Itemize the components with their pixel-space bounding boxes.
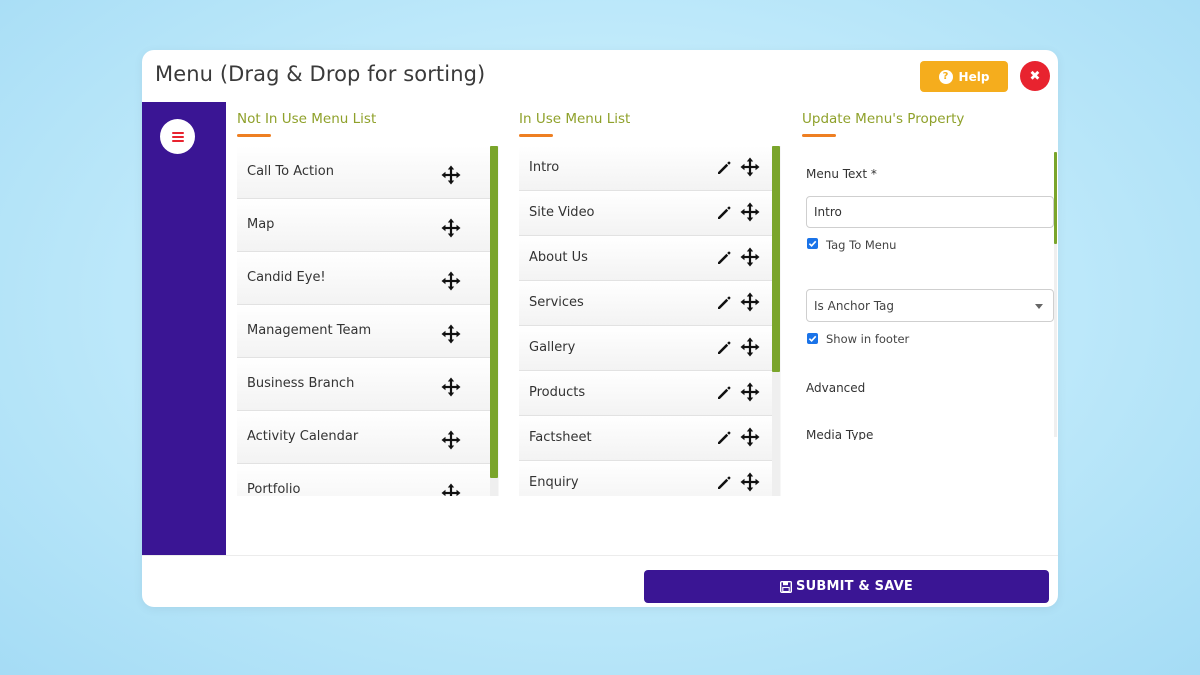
pencil-icon[interactable]: [716, 475, 732, 495]
list-scrollbar-thumb[interactable]: [490, 146, 498, 478]
pencil-icon[interactable]: [716, 205, 732, 225]
footer-divider: [142, 555, 1058, 556]
list-item-label: Site Video: [529, 205, 595, 220]
pencil-icon[interactable]: [716, 160, 732, 180]
checkmark-icon: [808, 335, 817, 342]
advanced-section-label: Advanced: [806, 381, 866, 395]
tag-to-menu-checkbox[interactable]: [807, 238, 818, 249]
list-item-label: Business Branch: [247, 376, 355, 391]
list-item-label: Services: [529, 295, 584, 310]
anchor-tag-select-value: Is Anchor Tag: [814, 299, 895, 313]
menu-text-label: Menu Text *: [806, 167, 877, 181]
move-arrows-icon[interactable]: [740, 337, 760, 361]
list-item[interactable]: Candid Eye!: [237, 252, 490, 305]
sidebar: [142, 102, 226, 555]
hamburger-icon: [171, 131, 184, 134]
list-item[interactable]: Enquiry: [519, 461, 772, 496]
in-use-heading: In Use Menu List: [519, 111, 631, 127]
in-use-list: Intro Site Video About Us Services Gallery Pr…: [519, 146, 781, 496]
close-icon: ✖: [1029, 68, 1041, 84]
dialog-title: Menu (Drag & Drop for sorting): [155, 62, 486, 86]
list-item[interactable]: Gallery: [519, 326, 772, 371]
sidebar-toggle-button[interactable]: [160, 119, 195, 154]
move-arrows-icon[interactable]: [441, 377, 461, 401]
list-item[interactable]: Products: [519, 371, 772, 416]
list-item[interactable]: About Us: [519, 236, 772, 281]
move-arrows-icon[interactable]: [740, 157, 760, 181]
show-in-footer-checkbox[interactable]: [807, 333, 818, 344]
pencil-icon[interactable]: [716, 430, 732, 450]
properties-scrollbar-thumb[interactable]: [1054, 152, 1057, 244]
list-item-label: Management Team: [247, 323, 372, 338]
list-item[interactable]: Portfolio: [237, 464, 490, 496]
floppy-disk-icon: [780, 580, 793, 593]
title-bar: Menu (Drag & Drop for sorting) ? Help ✖: [142, 50, 1058, 102]
submit-save-label: SUBMIT & SAVE: [796, 579, 913, 594]
menu-dialog: Menu (Drag & Drop for sorting) ? Help ✖ …: [142, 50, 1058, 607]
chevron-down-icon: [1035, 304, 1043, 309]
not-in-use-list: Call To Action Map Candid Eye! Management T…: [237, 146, 499, 496]
list-item-label: Activity Calendar: [247, 429, 359, 444]
list-item-label: Enquiry: [529, 475, 579, 490]
move-arrows-icon[interactable]: [740, 292, 760, 316]
tag-to-menu-label: Tag To Menu: [826, 238, 897, 252]
list-item-label: Candid Eye!: [247, 270, 326, 285]
question-circle-icon: ?: [938, 69, 953, 84]
list-item-label: Map: [247, 217, 275, 232]
move-arrows-icon[interactable]: [441, 430, 461, 454]
close-button[interactable]: ✖: [1020, 61, 1050, 91]
menu-text-input[interactable]: [806, 196, 1054, 228]
list-item-label: Gallery: [529, 340, 576, 355]
properties-heading: Update Menu's Property: [802, 111, 965, 127]
list-item-label: Intro: [529, 160, 560, 175]
not-in-use-heading: Not In Use Menu List: [237, 111, 377, 127]
show-in-footer-label: Show in footer: [826, 332, 910, 346]
list-item[interactable]: Call To Action: [237, 146, 490, 199]
media-type-clip: Media Type: [806, 428, 1046, 440]
move-arrows-icon[interactable]: [441, 483, 461, 496]
properties-scrollbar[interactable]: [1054, 152, 1057, 437]
list-item-label: Call To Action: [247, 164, 334, 179]
pencil-icon[interactable]: [716, 250, 732, 270]
list-item[interactable]: Factsheet: [519, 416, 772, 461]
move-arrows-icon[interactable]: [740, 247, 760, 271]
list-item[interactable]: Management Team: [237, 305, 490, 358]
pencil-icon[interactable]: [716, 295, 732, 315]
list-scrollbar[interactable]: [772, 146, 780, 496]
list-item[interactable]: Map: [237, 199, 490, 252]
list-scrollbar[interactable]: [490, 146, 498, 496]
move-arrows-icon[interactable]: [441, 324, 461, 348]
help-button[interactable]: ? Help: [920, 61, 1008, 92]
submit-save-button[interactable]: SUBMIT & SAVE: [644, 570, 1049, 603]
list-item[interactable]: Activity Calendar: [237, 411, 490, 464]
pencil-icon[interactable]: [716, 340, 732, 360]
move-arrows-icon[interactable]: [740, 427, 760, 451]
help-button-label: Help: [958, 69, 990, 84]
pencil-icon[interactable]: [716, 385, 732, 405]
list-item-label: Factsheet: [529, 430, 592, 445]
checkmark-icon: [808, 240, 817, 247]
anchor-tag-select[interactable]: Is Anchor Tag: [806, 289, 1054, 322]
move-arrows-icon[interactable]: [740, 202, 760, 226]
in-use-underline: [519, 134, 553, 137]
properties-underline: [802, 134, 836, 137]
move-arrows-icon[interactable]: [441, 165, 461, 189]
move-arrows-icon[interactable]: [441, 218, 461, 242]
list-item[interactable]: Intro: [519, 146, 772, 191]
list-item[interactable]: Services: [519, 281, 772, 326]
not-in-use-underline: [237, 134, 271, 137]
list-item-label: About Us: [529, 250, 588, 265]
media-type-label: Media Type: [806, 428, 874, 440]
list-item[interactable]: Site Video: [519, 191, 772, 236]
list-scrollbar-thumb[interactable]: [772, 146, 780, 372]
move-arrows-icon[interactable]: [441, 271, 461, 295]
move-arrows-icon[interactable]: [740, 472, 760, 496]
move-arrows-icon[interactable]: [740, 382, 760, 406]
list-item-label: Products: [529, 385, 586, 400]
list-item[interactable]: Business Branch: [237, 358, 490, 411]
list-item-label: Portfolio: [247, 482, 301, 496]
